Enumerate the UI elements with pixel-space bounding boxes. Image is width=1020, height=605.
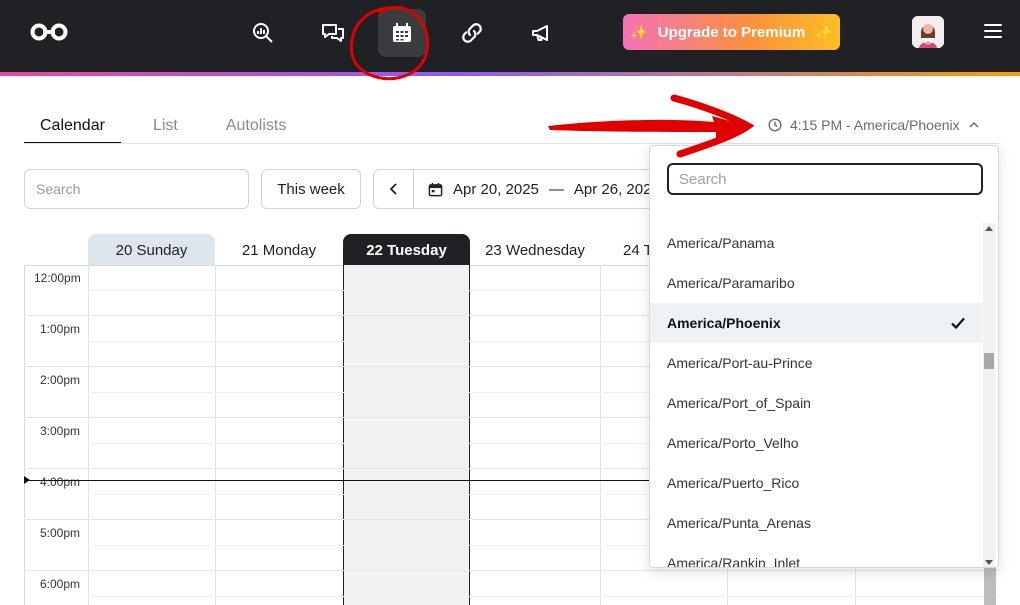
timezone-option[interactable]: America/Port_of_Spain xyxy=(650,383,982,423)
date-range-end: Apr 26, 2025 xyxy=(573,180,660,198)
timezone-option[interactable]: America/Port-au-Prince xyxy=(650,343,982,383)
chevron-left-icon xyxy=(389,183,397,195)
avatar-person-icon xyxy=(912,16,944,48)
timezone-option-label: America/Phoenix xyxy=(667,315,781,331)
nav-analytics-button[interactable] xyxy=(239,9,287,57)
date-range-picker: Apr 20, 2025 — Apr 26, 2025 xyxy=(373,169,673,209)
scroll-down-arrow-icon[interactable] xyxy=(985,560,993,565)
time-label: 4:00pm xyxy=(40,475,81,489)
user-avatar[interactable] xyxy=(912,16,944,48)
previous-week-button[interactable] xyxy=(374,170,414,208)
checkmark-icon xyxy=(951,317,965,330)
this-week-button[interactable]: This week xyxy=(261,169,361,209)
sparkle-icon: ✨ xyxy=(815,23,833,40)
gradient-stripe xyxy=(0,72,1020,76)
today-column[interactable] xyxy=(343,265,470,605)
timezone-option[interactable]: America/Panama xyxy=(650,223,982,263)
day-header-wednesday[interactable]: 23 Wednesday xyxy=(470,234,600,266)
column-divider xyxy=(215,265,216,605)
timezone-search-input[interactable] xyxy=(667,163,983,195)
tab-calendar[interactable]: Calendar xyxy=(24,112,121,144)
tabs-divider xyxy=(24,143,999,144)
timezone-option-selected[interactable]: America/Phoenix xyxy=(650,303,982,343)
timezone-list: America/Panama America/Paramaribo Americ… xyxy=(650,223,982,567)
nav-links-button[interactable] xyxy=(448,9,496,57)
nav-messages-button[interactable] xyxy=(309,9,357,57)
event-search-input[interactable] xyxy=(24,169,249,209)
column-divider xyxy=(88,265,89,605)
time-label: 6:00pm xyxy=(40,577,81,591)
timezone-option[interactable]: America/Puerto_Rico xyxy=(650,463,982,503)
date-range-display[interactable]: Apr 20, 2025 — Apr 26, 2025 xyxy=(414,181,660,198)
time-label: 3:00pm xyxy=(40,424,81,438)
infinity-logo-icon[interactable] xyxy=(29,22,69,42)
clock-icon xyxy=(768,118,782,132)
timezone-option[interactable]: America/Rankin_Inlet xyxy=(650,543,982,567)
view-tabs: Calendar List Autolists xyxy=(24,112,302,144)
tab-autolists[interactable]: Autolists xyxy=(210,112,302,144)
analytics-icon xyxy=(253,23,273,43)
calendar-icon xyxy=(393,23,411,42)
chat-icon xyxy=(322,24,344,42)
date-range-start: Apr 20, 2025 xyxy=(453,180,539,198)
app-root: ✨ Upgrade to Premium ✨ Calendar List Aut… xyxy=(0,0,1020,605)
timezone-label: 4:15 PM - America/Phoenix xyxy=(790,117,960,133)
upgrade-premium-button[interactable]: ✨ Upgrade to Premium ✨ xyxy=(623,14,840,50)
time-label: 5:00pm xyxy=(40,526,81,540)
sparkle-icon: ✨ xyxy=(630,23,648,40)
chevron-up-icon xyxy=(969,121,979,128)
dropdown-scrollbar[interactable] xyxy=(983,223,995,567)
timezone-option[interactable]: America/Porto_Velho xyxy=(650,423,982,463)
time-label: 12:00pm xyxy=(34,271,81,285)
date-range-separator: — xyxy=(548,180,564,198)
timezone-selector[interactable]: 4:15 PM - America/Phoenix xyxy=(768,117,980,133)
timezone-dropdown: America/Panama America/Paramaribo Americ… xyxy=(649,145,999,568)
day-header-thursday[interactable]: 24 Thursday xyxy=(600,234,649,266)
day-header-monday[interactable]: 21 Monday xyxy=(215,234,343,266)
scroll-up-arrow-icon[interactable] xyxy=(985,226,993,231)
upgrade-premium-label: Upgrade to Premium xyxy=(657,23,806,41)
top-nav-bar: ✨ Upgrade to Premium ✨ xyxy=(0,0,1020,72)
dropdown-scrollbar-thumb[interactable] xyxy=(984,353,994,369)
time-label: 1:00pm xyxy=(40,322,81,336)
page-scrollbar-thumb[interactable] xyxy=(984,568,996,605)
link-icon xyxy=(462,23,482,43)
megaphone-icon xyxy=(532,25,548,41)
timezone-option[interactable]: America/Punta_Arenas xyxy=(650,503,982,543)
timezone-option[interactable]: America/Paramaribo xyxy=(650,263,982,303)
nav-campaigns-button[interactable] xyxy=(518,9,566,57)
hamburger-menu-icon[interactable] xyxy=(984,24,1002,40)
current-time-line xyxy=(24,480,650,481)
column-divider xyxy=(600,265,601,605)
hour-line xyxy=(24,570,999,571)
current-time-marker xyxy=(24,476,30,484)
day-header-tuesday[interactable]: 22 Tuesday xyxy=(343,234,470,266)
tab-list[interactable]: List xyxy=(137,112,194,144)
day-header-sunday[interactable]: 20 Sunday xyxy=(88,234,215,266)
half-hour-line xyxy=(88,596,999,597)
nav-calendar-button[interactable] xyxy=(378,9,426,57)
calendar-small-icon xyxy=(428,182,443,196)
time-label: 2:00pm xyxy=(40,373,81,387)
